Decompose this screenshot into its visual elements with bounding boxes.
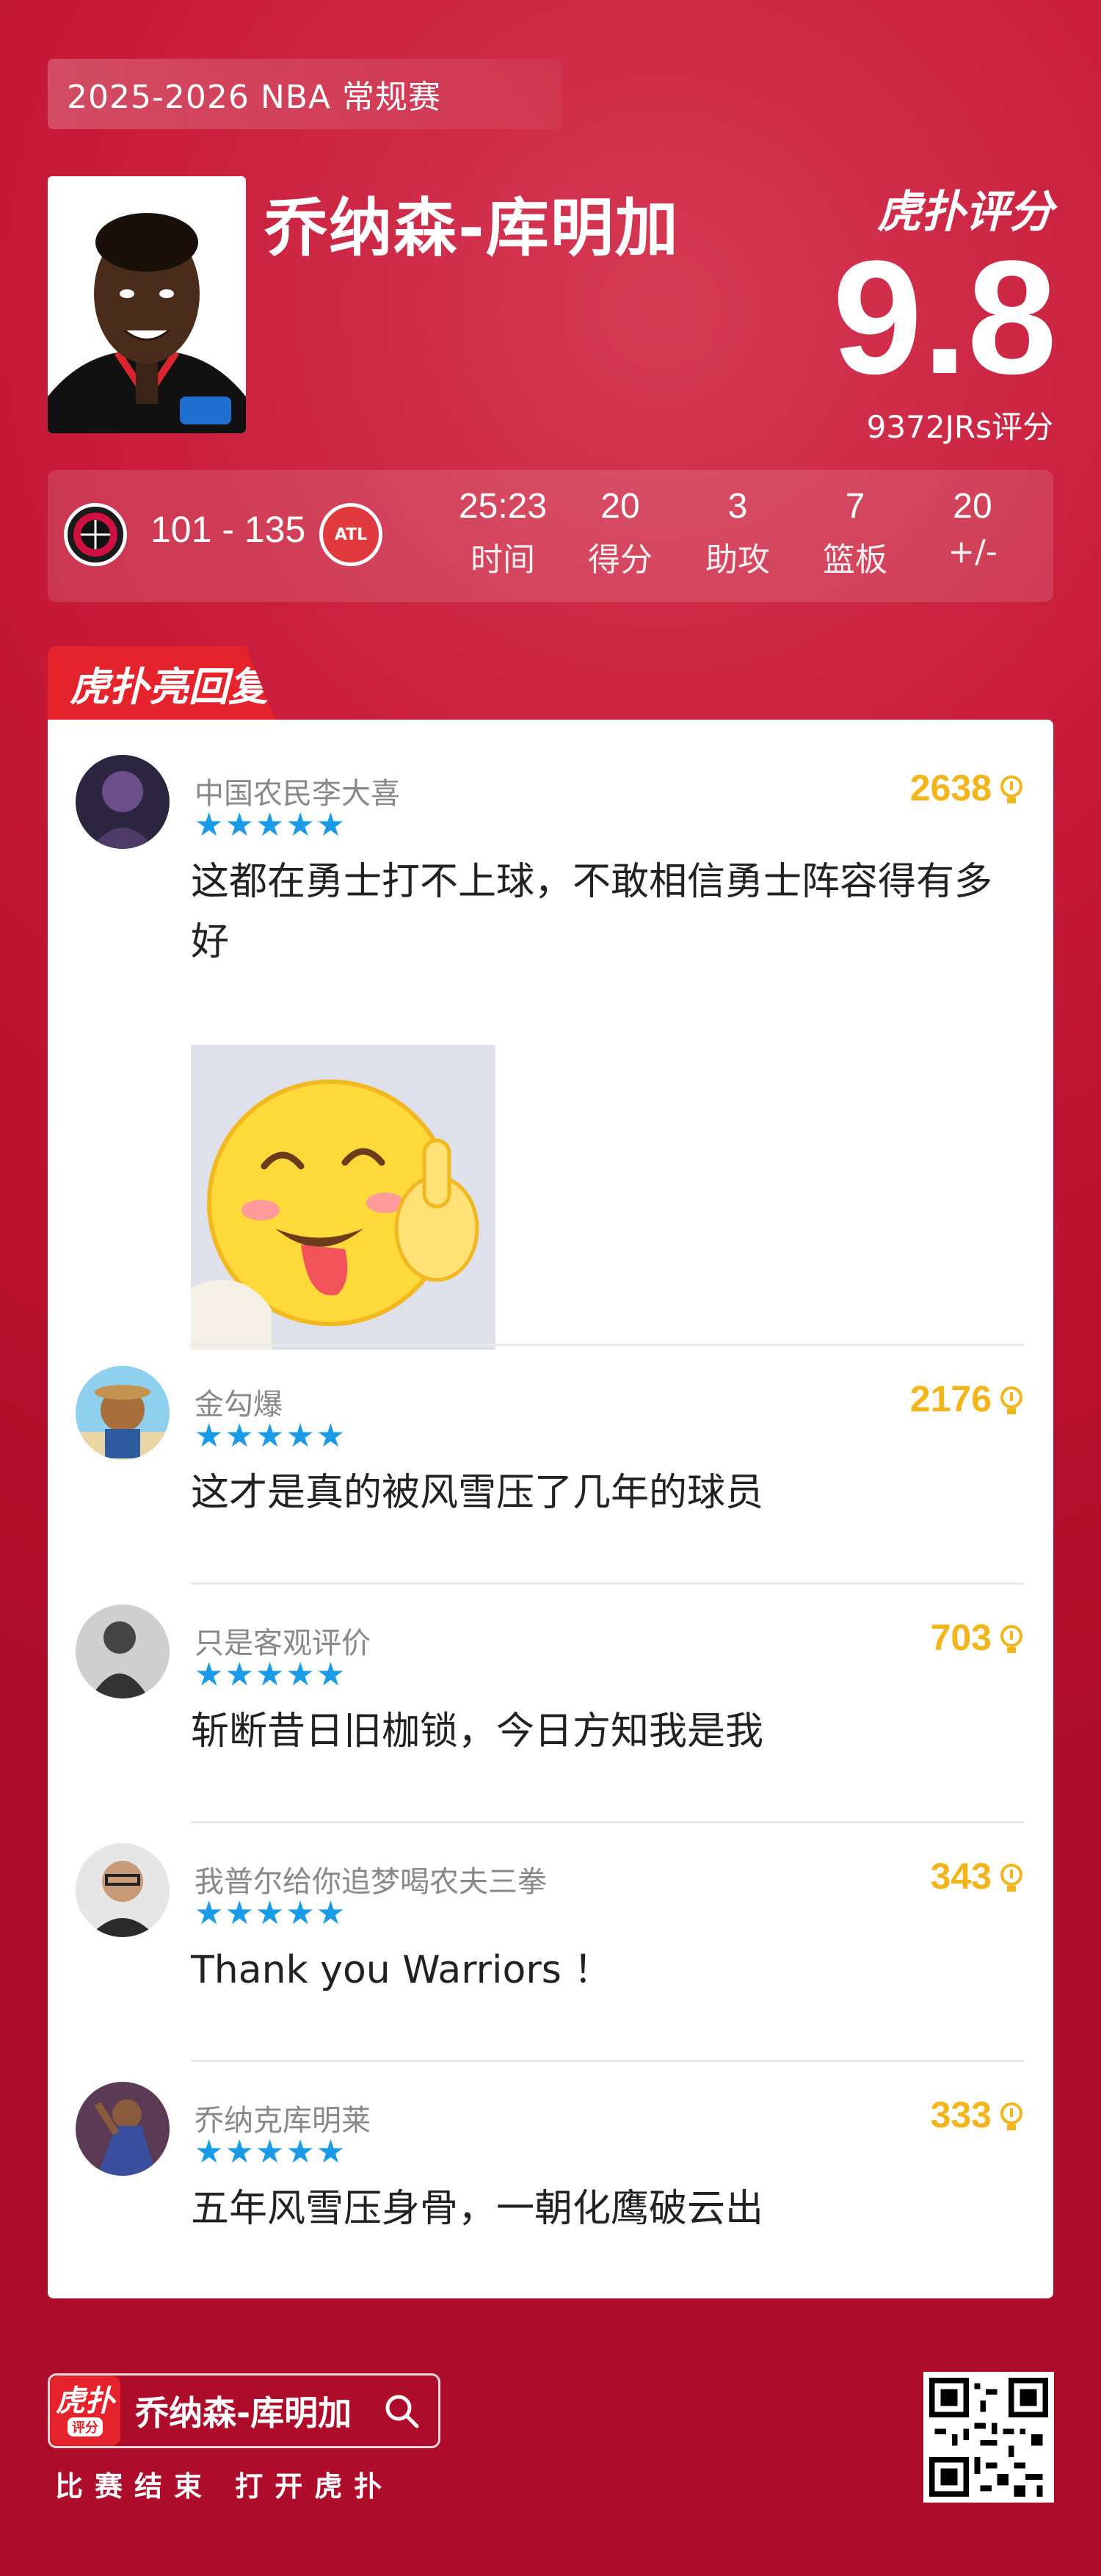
comment-text: Thank you Warriors ！ (191, 1948, 612, 1992)
light-bulb-icon (999, 773, 1024, 803)
stat-value: 20 (953, 487, 992, 526)
likes-count: 703 (930, 1617, 992, 1658)
user-avatar[interactable] (76, 1604, 170, 1698)
player-avatar (48, 176, 246, 433)
light-bulb-icon (999, 1622, 1024, 1653)
meme-image[interactable] (191, 1045, 495, 1350)
comment-text: 这都在勇士打不上球，不敢相信勇士阵容得有多好 (191, 860, 993, 964)
divider (191, 2060, 1024, 2062)
footer-call-to-action: 比赛结束 打开虎扑 (55, 2470, 394, 2503)
light-bulb-icon (999, 1861, 1024, 1892)
stat-label: 助攻 (705, 541, 770, 579)
rating-stars: ★★★★★ (195, 1417, 347, 1455)
stat-value: 25:23 (458, 487, 548, 526)
stat-minutes: 25:23 时间 (451, 486, 554, 580)
player-name: 乔纳森-库明加 (264, 192, 680, 265)
footer-search-bar[interactable]: 虎扑 评分 乔纳森-库明加 (48, 2373, 440, 2448)
comment-likes[interactable]: 2176 (910, 1378, 1024, 1420)
divider (191, 1821, 1024, 1823)
divider (191, 1344, 1024, 1346)
light-bulb-icon (999, 1383, 1024, 1414)
rating-stars: ★★★★★ (195, 806, 347, 844)
stat-label: 时间 (470, 541, 535, 579)
likes-count: 2176 (909, 1378, 992, 1419)
likes-count: 2638 (909, 767, 992, 808)
qr-code[interactable] (923, 2372, 1054, 2503)
game-score: 101 - 135 (150, 509, 306, 550)
comment-likes[interactable]: 703 (931, 1616, 1024, 1659)
stat-label: 得分 (588, 541, 653, 579)
likes-count: 333 (930, 2094, 992, 2135)
user-avatar[interactable] (76, 1843, 170, 1937)
light-bulb-icon (999, 2099, 1024, 2130)
season-label: 2025-2026 NBA 常规赛 (48, 59, 562, 129)
rating-stars: ★★★★★ (195, 1895, 347, 1932)
comment-text: 这才是真的被风雪压了几年的球员 (191, 1471, 764, 1515)
rating-count: 9372JRs评分 (866, 409, 1053, 445)
search-icon[interactable] (382, 2392, 421, 2430)
rating-score: 9.8 (832, 227, 1057, 408)
comment-likes[interactable]: 333 (931, 2094, 1024, 2136)
user-avatar[interactable] (76, 755, 170, 849)
rating-stars: ★★★★★ (195, 2133, 347, 2171)
stat-value: 3 (727, 487, 748, 526)
stat-label: 篮板 (823, 541, 887, 579)
comment-likes[interactable]: 2638 (910, 767, 1024, 809)
user-avatar[interactable] (76, 1366, 170, 1460)
user-avatar[interactable] (76, 2082, 170, 2176)
stat-value: 7 (845, 487, 865, 526)
rating-stars: ★★★★★ (195, 1656, 347, 1693)
comment-text: 斩断昔日旧枷锁，今日方知我是我 (191, 1710, 764, 1754)
away-team-logo: ATL (319, 503, 382, 566)
hot-replies-tab: 虎扑亮回复 (48, 646, 275, 720)
footer-search-text: 乔纳森-库明加 (135, 2393, 352, 2433)
hupu-app-icon[interactable]: 虎扑 评分 (50, 2376, 120, 2446)
stat-plus-minus: 20 +/- (921, 486, 1024, 571)
app-icon-title: 虎扑 (56, 2384, 115, 2418)
home-team-logo (64, 503, 127, 566)
game-stats-bar: 101 - 135 ATL 25:23 时间 20 得分 3 助攻 7 篮板 2… (48, 470, 1053, 602)
likes-count: 343 (930, 1856, 992, 1897)
hot-replies-card: 中国农民李大喜 2638 ★★★★★ 这都在勇士打不上球，不敢相信勇士阵容得有多… (48, 720, 1053, 2298)
comment-likes[interactable]: 343 (931, 1855, 1024, 1897)
comment-text: 五年风雪压身骨，一朝化鹰破云出 (191, 2187, 764, 2231)
stat-assists: 3 助攻 (686, 486, 789, 580)
stat-rebounds: 7 篮板 (804, 486, 906, 580)
stat-points: 20 得分 (569, 486, 672, 580)
app-icon-subtitle: 评分 (68, 2417, 103, 2436)
stat-value: 20 (600, 487, 640, 526)
stat-label: +/- (948, 533, 998, 571)
divider (191, 1582, 1024, 1585)
